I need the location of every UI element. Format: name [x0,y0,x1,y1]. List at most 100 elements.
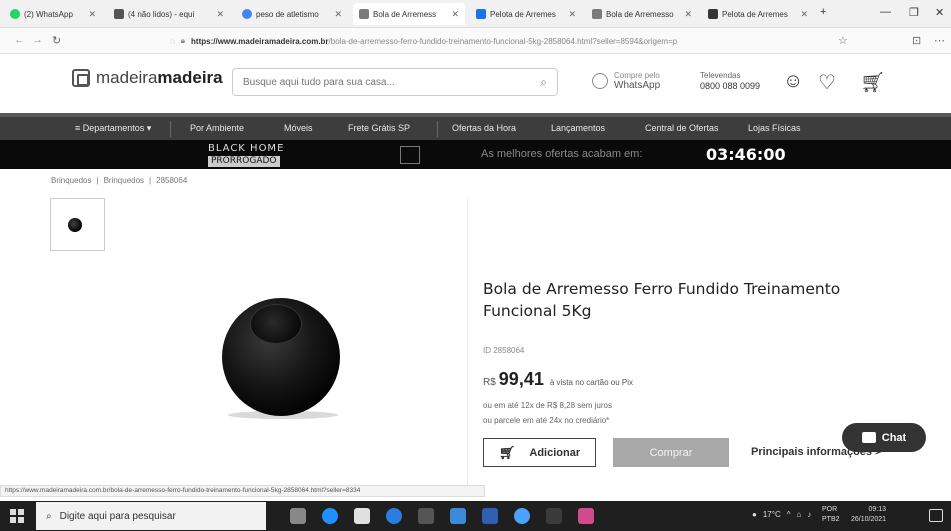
price-note: à vista no cartão ou Pix [549,378,633,387]
site-logo[interactable]: madeiramadeira [72,68,223,88]
photos-icon[interactable] [578,508,594,524]
tab-favicon-icon [10,9,20,19]
nav-departamentos[interactable]: ≡ Departamentos ▾ [75,123,151,134]
tab-close-icon[interactable]: ✕ [568,9,576,20]
add-to-cart-label: Adicionar [529,446,581,459]
installments-credit-text: ou parcele em até 24x no crediário* [483,416,610,425]
installments-text: ou em até 12x de R$ 8,28 sem juros [483,401,612,410]
add-to-cart-button[interactable]: 🛒︎ Adicionar [483,438,596,467]
taskbar-clock[interactable]: 09:13 26/10/2021 [851,505,886,525]
product-title: Bola de Arremesso Ferro Fundido Treiname… [483,280,841,320]
store-icon[interactable] [418,508,434,524]
favorite-star-icon[interactable]: ☆ [838,34,848,47]
tab-close-icon[interactable]: ✕ [684,9,692,20]
browser-tab-active[interactable]: Bola de Arremess ✕ [353,3,465,25]
whatsapp-label: WhatsApp [614,80,661,91]
search-icon[interactable]: ⌕ [540,75,547,90]
ball-cap-image [250,304,302,344]
browser-tab[interactable]: Bola de Arremesso ✕ [586,3,698,25]
menu-icon[interactable]: ⋯ [934,34,945,47]
logo-mark-icon [72,69,90,87]
site-header: madeiramadeira ⌕ Compre pelo WhatsApp Te… [0,54,951,108]
task-view-icon[interactable] [290,508,306,524]
tab-favicon-icon [359,9,369,19]
new-tab-icon[interactable]: + [820,6,826,18]
tab-close-icon[interactable]: ✕ [800,9,808,20]
file-explorer-icon[interactable] [546,508,562,524]
windows-taskbar: ⌕ Digite aqui para pesquisar ● 17°C ^ ⌂ … [0,501,951,531]
app-icon[interactable] [450,508,466,524]
taskbar-search[interactable]: ⌕ Digite aqui para pesquisar [36,502,266,530]
network-icon[interactable]: ⌂ [796,510,801,519]
windows-start-icon[interactable] [10,509,24,523]
shield-icon: ◌ [170,36,175,46]
tab-favicon-icon [708,9,718,19]
tab-favicon-icon [476,9,486,19]
collections-icon[interactable]: ⊡ [912,34,921,47]
product-main-image[interactable] [108,198,468,488]
search-icon: ⌕ [46,510,52,522]
buy-button[interactable]: Comprar [613,438,729,467]
search-input[interactable] [243,76,541,88]
product-thumbnail[interactable] [50,198,105,251]
tab-close-icon[interactable]: ✕ [88,9,96,20]
nav-frete-gratis[interactable]: Frete Grátis SP [348,123,410,133]
tray-chevron-icon[interactable]: ^ [787,510,791,519]
thumbnail-ball-image [68,218,82,232]
url-path: /bola-de-arremesso-ferro-fundido-treinam… [328,36,678,46]
browser-icon[interactable] [386,508,402,524]
close-window-icon[interactable]: ✕ [935,6,944,19]
chrome-icon[interactable] [514,508,530,524]
search-box[interactable]: ⌕ [232,68,558,96]
whatsapp-link[interactable]: Compre pelo WhatsApp [592,71,660,91]
nav-central-de-ofertas[interactable]: Central de Ofertas [645,123,719,133]
word-icon[interactable] [482,508,498,524]
nav-ofertas-da-hora[interactable]: Ofertas da Hora [452,123,516,133]
browser-tab[interactable]: (4 não lidos) - equi ✕ [108,3,230,25]
volume-icon[interactable]: ♪ [807,510,811,519]
tab-favicon-icon [592,9,602,19]
notifications-icon[interactable] [929,509,943,522]
breadcrumb-item[interactable]: Brinquedos [51,176,91,185]
wishlist-heart-icon[interactable]: ♡ [818,70,836,95]
maximize-icon[interactable]: ❐ [909,6,919,19]
mail-icon[interactable] [354,508,370,524]
tab-favicon-icon [114,9,124,19]
nav-moveis[interactable]: Móveis [284,123,313,133]
breadcrumb-item[interactable]: Brinquedos [104,176,144,185]
weather-temp[interactable]: 17°C [763,510,781,519]
browser-tab[interactable]: (2) WhatsApp ✕ [4,3,102,25]
whatsapp-icon [592,73,608,89]
tab-close-icon[interactable]: ✕ [451,9,459,20]
lock-icon: 🔒︎ [180,36,186,45]
browser-tab[interactable]: Pelota de Arremes ✕ [470,3,582,25]
weather-icon[interactable]: ● [752,510,757,519]
address-bar: ← → ↻ ◌ 🔒︎ https://www.madeiramadeira.co… [0,28,951,54]
minimize-icon[interactable]: — [880,6,891,18]
nav-lojas-fisicas[interactable]: Lojas Físicas [748,123,801,133]
banner-logo-line1: BLACK HOME [208,143,285,154]
clock-time: 09:13 [868,506,887,513]
logo-text-light: madeira [96,68,158,87]
nav-lancamentos[interactable]: Lançamentos [551,123,605,133]
browser-tab[interactable]: peso de atletismo ✕ [236,3,348,25]
account-icon[interactable]: ☺ [783,70,803,93]
browser-tab[interactable]: Pelota de Arremes ✕ [702,3,814,25]
buy-label: Comprar [649,446,693,459]
reload-icon[interactable]: ↻ [52,34,61,47]
back-icon[interactable]: ← [14,34,25,46]
nav-por-ambiente[interactable]: Por Ambiente [190,123,244,133]
tab-close-icon[interactable]: ✕ [216,9,224,20]
edge-icon[interactable] [322,508,338,524]
forward-icon[interactable]: → [32,34,43,46]
url-field[interactable]: ◌ 🔒︎ https://www.madeiramadeira.com.br/b… [170,32,820,50]
cart-icon[interactable]: 🛒︎ [860,70,885,95]
language-indicator[interactable]: POR PTB2 [822,505,840,525]
tab-close-icon[interactable]: ✕ [334,9,342,20]
chat-button[interactable]: Chat [842,423,926,452]
tab-label: (2) WhatsApp [24,9,73,19]
televendas-info[interactable]: Televendas 0800 088 0099 [700,71,760,91]
black-friday-banner[interactable]: BLACK HOME PRORROGADO As melhores oferta… [0,140,951,169]
tab-label: Pelota de Arremes [722,9,788,19]
black-home-logo: BLACK HOME PRORROGADO [208,143,284,167]
